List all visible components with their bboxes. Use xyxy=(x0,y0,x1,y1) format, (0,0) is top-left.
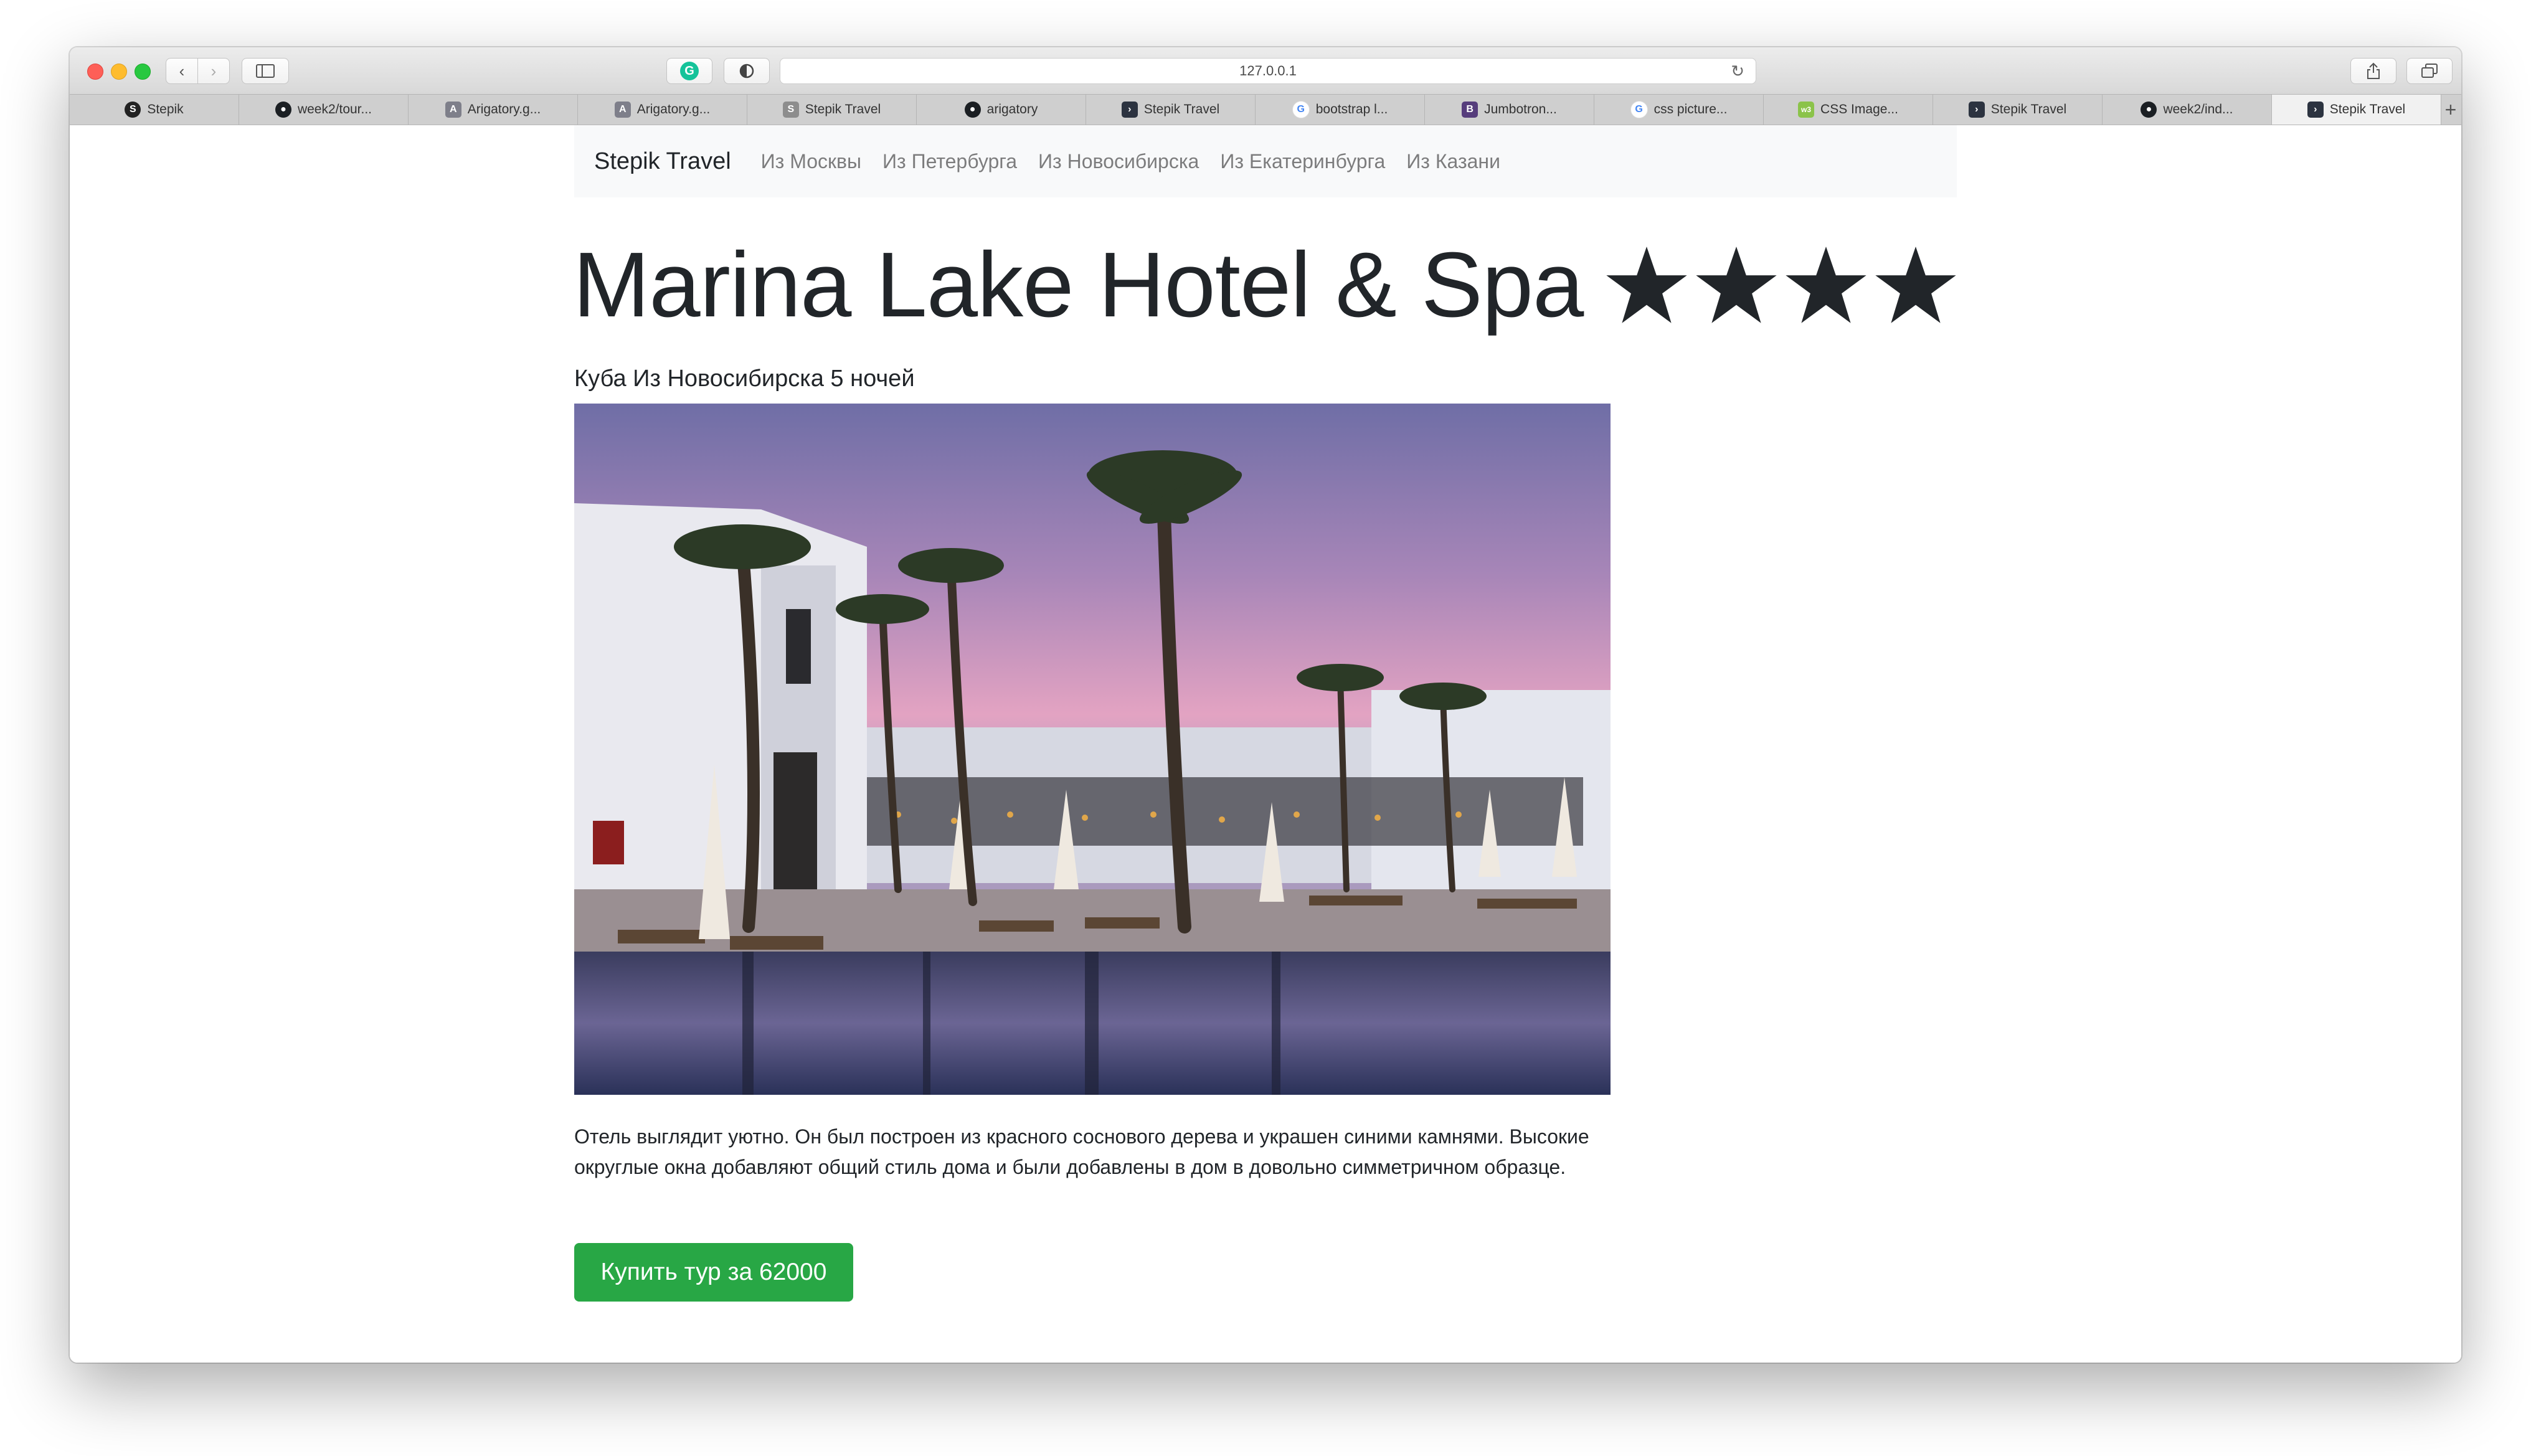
chevron-right-icon: › xyxy=(211,61,217,80)
tab-strip: S Stepik ● week2/tour... A Arigatory.g... A… xyxy=(70,94,2461,125)
tab-title: Stepik Travel xyxy=(805,102,881,116)
forward-button[interactable]: › xyxy=(197,58,230,84)
star-icon xyxy=(1606,246,1688,323)
hotel-heading: Marina Lake Hotel & Spa xyxy=(573,232,1957,338)
close-window-button[interactable] xyxy=(87,64,103,80)
hotel-name: Marina Lake Hotel & Spa xyxy=(573,234,1584,336)
google-icon: G xyxy=(1292,101,1310,118)
url-text: 127.0.0.1 xyxy=(1239,63,1297,78)
share-button[interactable] xyxy=(2350,58,2396,84)
tab-title: week2/ind... xyxy=(2163,102,2233,116)
page-content: Stepik Travel Из Москвы Из Петербурга Из… xyxy=(70,125,2461,1363)
letter-s-icon: S xyxy=(782,102,799,118)
reload-icon[interactable]: ↻ xyxy=(1731,62,1744,81)
terminal-icon: › xyxy=(2307,102,2324,118)
github-icon: ● xyxy=(2141,102,2157,118)
chevron-left-icon: ‹ xyxy=(179,61,185,80)
site-navbar: Stepik Travel Из Москвы Из Петербурга Из… xyxy=(574,125,1957,197)
nav-link-ekaterinburg[interactable]: Из Екатеринбурга xyxy=(1220,150,1385,173)
sidebar-icon xyxy=(256,64,275,78)
tab-title: Stepik Travel xyxy=(1990,102,2067,116)
privacy-extension-button[interactable] xyxy=(724,58,770,84)
tab-title: Stepik Travel xyxy=(2329,102,2406,116)
tab-overview-icon xyxy=(2421,64,2438,78)
new-tab-button[interactable]: + xyxy=(2441,95,2460,125)
browser-tab[interactable]: ● arigatory xyxy=(917,95,1086,125)
share-icon xyxy=(2367,62,2380,79)
terminal-icon: › xyxy=(1968,102,1985,118)
grammarly-icon: G xyxy=(680,62,699,80)
hotel-description: Отель выглядит уютно. Он был построен из… xyxy=(574,1125,1589,1178)
stepik-icon: S xyxy=(125,102,141,118)
nav-link-novosibirsk[interactable]: Из Новосибирска xyxy=(1038,150,1199,173)
nav-link-moscow[interactable]: Из Москвы xyxy=(761,150,861,173)
browser-toolbar: ‹ › G 127.0.0.1 ↻ xyxy=(70,47,2461,94)
browser-tab-active[interactable]: › Stepik Travel xyxy=(2272,95,2441,125)
terminal-icon: › xyxy=(1121,102,1138,118)
browser-tab[interactable]: Gbootstrap l... xyxy=(1256,95,1425,125)
browser-tab[interactable]: ● week2/ind... xyxy=(2103,95,2272,125)
tab-overview-button[interactable] xyxy=(2406,58,2453,84)
tour-subtitle: Куба Из Новосибирска 5 ночей xyxy=(574,366,915,392)
minimize-window-button[interactable] xyxy=(111,64,127,80)
tab-title: Arigatory.g... xyxy=(636,102,711,116)
letter-a-icon: A xyxy=(445,102,461,118)
tab-title: Arigatory.g... xyxy=(467,102,541,116)
grammarly-extension-button[interactable]: G xyxy=(666,58,712,84)
browser-tab[interactable]: B Jumbotron... xyxy=(1425,95,1594,125)
tab-title: week2/tour... xyxy=(297,102,372,116)
address-bar[interactable]: 127.0.0.1 ↻ xyxy=(780,58,1756,84)
tab-title: Stepik Travel xyxy=(1143,102,1220,116)
browser-tab[interactable]: Gcss picture... xyxy=(1594,95,1764,125)
buy-tour-button[interactable]: Купить тур за 62000 xyxy=(574,1243,853,1302)
tab-title: css picture... xyxy=(1653,102,1728,116)
tab-title: bootstrap l... xyxy=(1315,102,1388,116)
star-icon xyxy=(1786,246,1867,323)
sidebar-toggle-button[interactable] xyxy=(242,58,289,84)
plus-icon: + xyxy=(2444,98,2457,121)
browser-tab[interactable]: › Stepik Travel xyxy=(1086,95,1256,125)
star-icon xyxy=(1875,246,1957,323)
bootstrap-icon: B xyxy=(1462,102,1478,118)
star-icon xyxy=(1696,246,1777,323)
tab-title: Stepik xyxy=(147,102,184,116)
browser-tab[interactable]: A Arigatory.g... xyxy=(578,95,747,125)
github-icon: ● xyxy=(275,102,291,118)
nav-link-kazan[interactable]: Из Казани xyxy=(1406,150,1500,173)
w3schools-icon: w3 xyxy=(1798,102,1815,118)
nav-link-petersburg[interactable]: Из Петербурга xyxy=(882,150,1017,173)
hotel-star-rating xyxy=(1606,244,1957,326)
half-circle-shield-icon xyxy=(739,64,754,78)
tab-title: arigatory xyxy=(986,102,1038,116)
navbar-brand[interactable]: Stepik Travel xyxy=(594,148,731,175)
github-icon: ● xyxy=(964,102,981,118)
hotel-pool-image xyxy=(574,404,1611,1095)
browser-tab[interactable]: ● week2/tour... xyxy=(239,95,409,125)
browser-tab[interactable]: S Stepik xyxy=(70,95,239,125)
back-button[interactable]: ‹ xyxy=(166,58,198,84)
tab-title: Jumbotron... xyxy=(1484,102,1557,116)
browser-tab[interactable]: A Arigatory.g... xyxy=(409,95,578,125)
browser-tab[interactable]: › Stepik Travel xyxy=(1933,95,2103,125)
tab-title: CSS Image... xyxy=(1820,102,1898,116)
google-icon: G xyxy=(1630,101,1648,118)
browser-tab[interactable]: w3 CSS Image... xyxy=(1764,95,1933,125)
browser-window: ‹ › G 127.0.0.1 ↻ S Stepik ● week2/tour...… xyxy=(70,47,2461,1363)
zoom-window-button[interactable] xyxy=(135,64,151,80)
hotel-photo xyxy=(574,404,1611,1095)
browser-tab[interactable]: S Stepik Travel xyxy=(747,95,917,125)
letter-a-icon: A xyxy=(614,102,631,118)
